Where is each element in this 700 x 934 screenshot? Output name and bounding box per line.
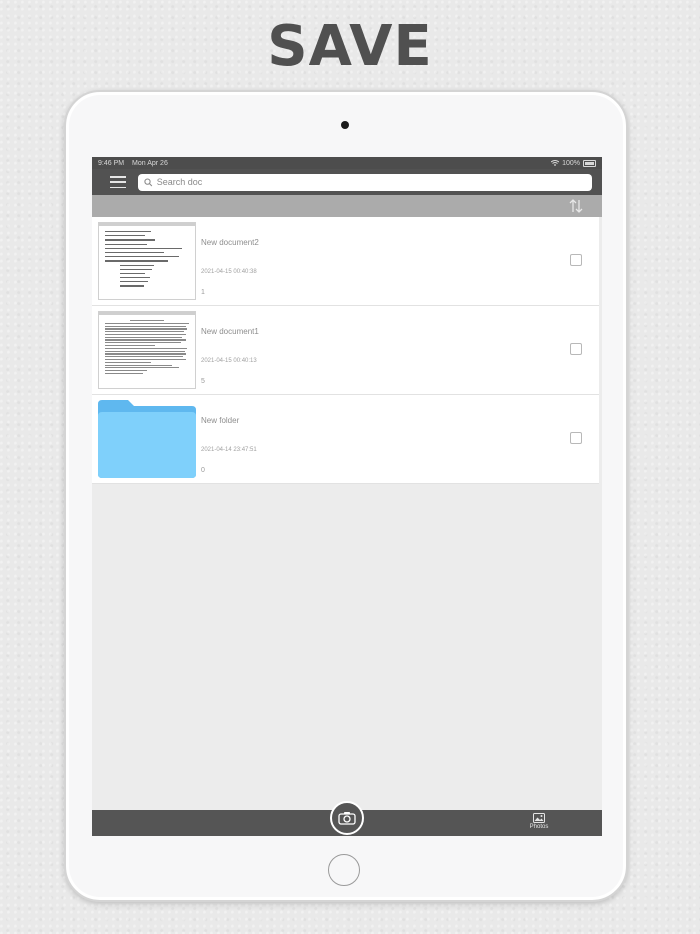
photos-label: Photos	[529, 824, 549, 830]
list-item[interactable]: New document1 2021-04-15 00:40:13 5	[92, 306, 599, 395]
sort-icon[interactable]	[568, 198, 584, 214]
folder-icon	[98, 400, 196, 478]
search-input[interactable]	[156, 177, 586, 187]
document-list: New document2 2021-04-15 00:40:38 1 New …	[92, 217, 599, 484]
camera-button[interactable]	[330, 801, 364, 835]
battery-icon	[583, 159, 596, 167]
list-item[interactable]: New folder 2021-04-14 23:47:51 0	[92, 395, 599, 484]
headline: SAVE	[267, 14, 433, 79]
menu-icon[interactable]	[110, 176, 126, 188]
folder-date: 2021-04-14 23:47:51	[201, 447, 257, 453]
photos-button[interactable]: Photos	[524, 813, 554, 830]
bottom-toolbar: Photos	[92, 801, 602, 836]
select-checkbox[interactable]	[570, 343, 582, 355]
search-icon	[144, 177, 153, 186]
select-checkbox[interactable]	[570, 432, 582, 444]
status-bar: 9:46 PM Mon Apr 26 100%	[92, 157, 602, 169]
document-date: 2021-04-15 00:40:38	[201, 269, 257, 275]
list-item[interactable]: New document2 2021-04-15 00:40:38 1	[92, 217, 599, 306]
front-camera	[341, 121, 349, 129]
sort-bar	[92, 195, 602, 217]
photos-icon	[533, 813, 545, 823]
select-checkbox[interactable]	[570, 254, 582, 266]
folder-title: New folder	[201, 416, 240, 425]
document-title: New document1	[201, 327, 259, 336]
status-time: 9:46 PM	[98, 159, 125, 167]
page-count: 1	[201, 289, 205, 296]
camera-icon	[338, 812, 356, 825]
document-thumbnail	[98, 311, 196, 389]
item-count: 0	[201, 467, 205, 474]
document-title: New document2	[201, 238, 259, 247]
search-bar[interactable]	[138, 173, 592, 191]
page-count: 5	[201, 378, 205, 385]
home-button[interactable]	[328, 854, 360, 886]
document-thumbnail	[98, 222, 196, 300]
nav-bar	[92, 169, 602, 195]
document-date: 2021-04-15 00:40:13	[201, 358, 257, 364]
app-screen: 9:46 PM Mon Apr 26 100% Search doc New d…	[92, 157, 602, 836]
status-date: Mon Apr 26	[132, 159, 168, 167]
wifi-icon	[551, 160, 560, 166]
battery-percent: 100%	[562, 159, 580, 167]
